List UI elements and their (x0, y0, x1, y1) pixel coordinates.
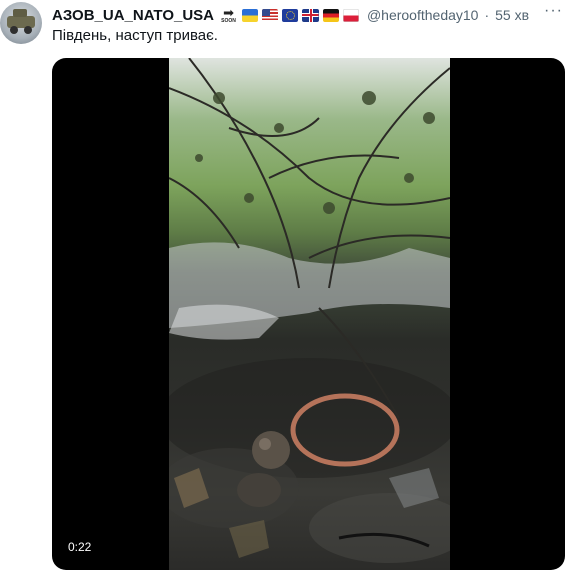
flag-germany-icon (322, 8, 339, 22)
tweet-header: АЗОВ_UA_NATO_USA ➡ SOON @herooftheday10 … (52, 4, 529, 26)
flag-ukraine-icon (242, 8, 259, 22)
video-frame (169, 58, 450, 570)
flag-eu-icon (282, 8, 299, 22)
handle[interactable]: @herooftheday10 (367, 7, 479, 23)
flag-usa-icon (262, 8, 279, 22)
flag-poland-icon (342, 8, 359, 22)
flag-uk-icon (302, 8, 319, 22)
display-name[interactable]: АЗОВ_UA_NATO_USA (52, 7, 214, 24)
wheel-icon (10, 26, 18, 34)
avatar[interactable] (0, 2, 42, 44)
timestamp[interactable]: 55 хв (495, 7, 529, 23)
wheel-icon (24, 26, 32, 34)
separator: · (484, 7, 490, 23)
video-scene-image (169, 58, 450, 563)
video-player[interactable]: 0:22 (52, 58, 565, 570)
video-duration: 0:22 (68, 540, 92, 554)
soon-arrow-icon: ➡ SOON (221, 4, 236, 24)
more-options-button[interactable]: ··· (544, 3, 563, 19)
tweet-text: Південь, наступ триває. (52, 27, 218, 44)
